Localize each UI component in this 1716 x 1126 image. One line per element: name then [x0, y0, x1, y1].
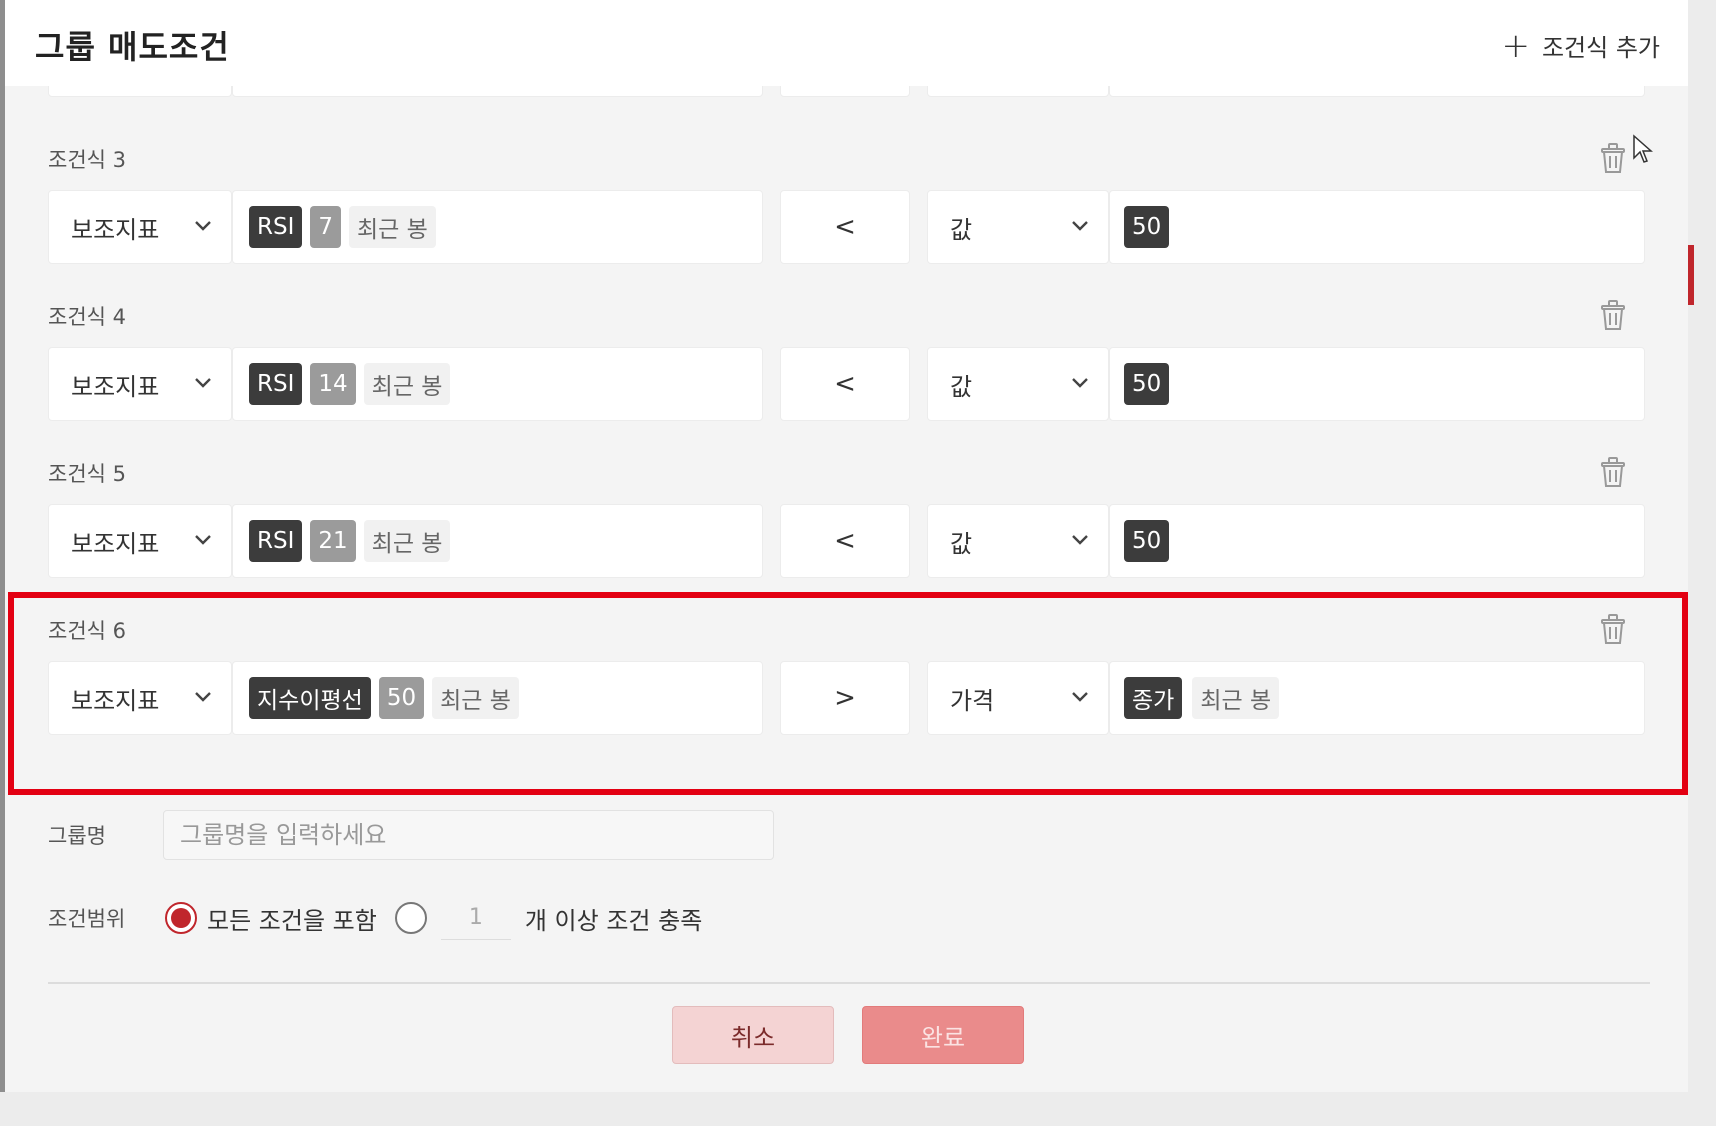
indicator-field[interactable]: RSI 14 최근 봉 — [232, 347, 763, 421]
mouse-cursor-icon — [1633, 134, 1653, 163]
left-type-value: 보조지표 — [71, 215, 160, 244]
operator-field[interactable]: < — [780, 190, 910, 264]
left-type-value: 보조지표 — [71, 686, 160, 715]
background-accent — [1688, 245, 1694, 305]
add-condition-button[interactable]: + 조건식 추가 — [1501, 28, 1660, 63]
condition-row: 보조지표 RSI 14 최근 봉 < 값 50 — [48, 347, 1645, 421]
indicator-basis-tag: 최근 봉 — [432, 677, 519, 719]
radio-all-conditions[interactable] — [165, 902, 197, 934]
chevron-down-icon — [1072, 378, 1088, 388]
group-name-label: 그룹명 — [48, 824, 106, 848]
operator-field[interactable]: < — [780, 504, 910, 578]
indicator-name-tag: RSI — [249, 206, 303, 248]
cancel-button[interactable]: 취소 — [672, 1006, 834, 1064]
chevron-down-icon — [1072, 692, 1088, 702]
left-type-select[interactable]: 보조지표 — [48, 347, 232, 421]
chevron-down-icon — [1072, 221, 1088, 231]
dialog-title: 그룹 매도조건 — [35, 28, 230, 66]
plus-icon: + — [1501, 25, 1530, 66]
right-type-value: 값 — [950, 215, 973, 244]
background-bottom — [0, 1092, 1716, 1126]
condition-range-label: 조건범위 — [48, 907, 126, 931]
indicator-period-tag: 21 — [310, 520, 356, 562]
condition-range-row: 조건범위 모든 조건을 포함 개 이상 조건 충족 — [48, 896, 702, 940]
condition-label: 조건식 4 — [48, 305, 126, 329]
condition-label: 조건식 5 — [48, 462, 126, 486]
right-type-select[interactable]: 가격 — [927, 661, 1109, 735]
indicator-name-tag: RSI — [249, 520, 303, 562]
condition-row: 보조지표 RSI 21 최근 봉 < 값 50 — [48, 504, 1645, 578]
indicator-period-tag: 50 — [378, 677, 425, 719]
radio-count-conditions[interactable] — [394, 902, 427, 934]
left-type-select[interactable]: 보조지표 — [48, 504, 232, 578]
indicator-basis-tag: 최근 봉 — [349, 206, 436, 248]
right-type-select[interactable]: 값 — [927, 347, 1109, 421]
right-value-tag: 50 — [1124, 363, 1170, 405]
chevron-down-icon — [195, 378, 211, 388]
radio-count-conditions-label: 개 이상 조건 충족 — [524, 906, 703, 935]
right-value-tag: 종가 — [1124, 677, 1183, 719]
chevron-down-icon — [195, 692, 211, 702]
chevron-down-icon — [195, 221, 211, 231]
right-type-value: 값 — [950, 372, 973, 401]
indicator-field[interactable]: RSI 7 최근 봉 — [232, 190, 763, 264]
left-type-value: 보조지표 — [71, 372, 160, 401]
done-button[interactable]: 완료 — [862, 1006, 1024, 1064]
right-value-field[interactable]: 50 — [1109, 347, 1645, 421]
indicator-name-tag: RSI — [249, 363, 303, 405]
radio-all-conditions-label: 모든 조건을 포함 — [207, 906, 377, 935]
group-name-input[interactable] — [163, 810, 774, 860]
right-type-value: 값 — [950, 529, 973, 558]
background-panel — [1688, 0, 1716, 1126]
dialog-header: 그룹 매도조건 + 조건식 추가 — [5, 0, 1688, 86]
left-type-select[interactable]: 보조지표 — [48, 190, 232, 264]
operator-field[interactable]: > — [780, 661, 910, 735]
operator-field[interactable]: < — [780, 347, 910, 421]
indicator-period-tag: 14 — [310, 363, 356, 405]
indicator-field[interactable]: 지수이평선 50 최근 봉 — [232, 661, 763, 735]
indicator-field[interactable]: RSI 21 최근 봉 — [232, 504, 763, 578]
right-type-select[interactable]: 값 — [927, 504, 1109, 578]
right-value-field[interactable]: 50 — [1109, 504, 1645, 578]
left-type-select[interactable]: 보조지표 — [48, 661, 232, 735]
group-name-row: 그룹명 — [48, 810, 774, 860]
trash-icon[interactable] — [1598, 456, 1628, 488]
condition-label: 조건식 6 — [48, 619, 126, 643]
indicator-basis-tag: 최근 봉 — [363, 520, 451, 562]
operator-value: < — [834, 212, 856, 242]
add-condition-label: 조건식 추가 — [1541, 34, 1660, 62]
trash-icon[interactable] — [1598, 142, 1628, 174]
chevron-down-icon — [1072, 535, 1088, 545]
trash-icon[interactable] — [1598, 299, 1628, 331]
condition-count-input[interactable] — [440, 896, 511, 940]
indicator-period-tag: 7 — [310, 206, 342, 248]
operator-value: > — [834, 683, 856, 713]
right-type-select[interactable]: 값 — [927, 190, 1109, 264]
condition-row: 보조지표 RSI 7 최근 봉 < 값 50 — [48, 190, 1645, 264]
footer-divider — [48, 982, 1650, 984]
operator-value: < — [834, 526, 856, 556]
operator-value: < — [834, 369, 856, 399]
right-value-basis-tag: 최근 봉 — [1192, 677, 1280, 719]
condition-row: 보조지표 지수이평선 50 최근 봉 > 가격 종가 최근 봉 — [48, 661, 1645, 735]
indicator-basis-tag: 최근 봉 — [363, 363, 451, 405]
right-value-tag: 50 — [1124, 206, 1170, 248]
indicator-name-tag: 지수이평선 — [249, 677, 371, 719]
right-value-field[interactable]: 50 — [1109, 190, 1645, 264]
group-sell-condition-dialog: 그룹 매도조건 + 조건식 추가 조건식 3 보조지표 RSI 7 최근 봉 < — [5, 0, 1688, 1092]
left-type-value: 보조지표 — [71, 529, 160, 558]
chevron-down-icon — [195, 535, 211, 545]
trash-icon[interactable] — [1598, 613, 1628, 645]
right-type-value: 가격 — [950, 686, 995, 715]
right-value-field[interactable]: 종가 최근 봉 — [1109, 661, 1645, 735]
right-value-tag: 50 — [1124, 520, 1170, 562]
condition-label: 조건식 3 — [48, 148, 126, 172]
